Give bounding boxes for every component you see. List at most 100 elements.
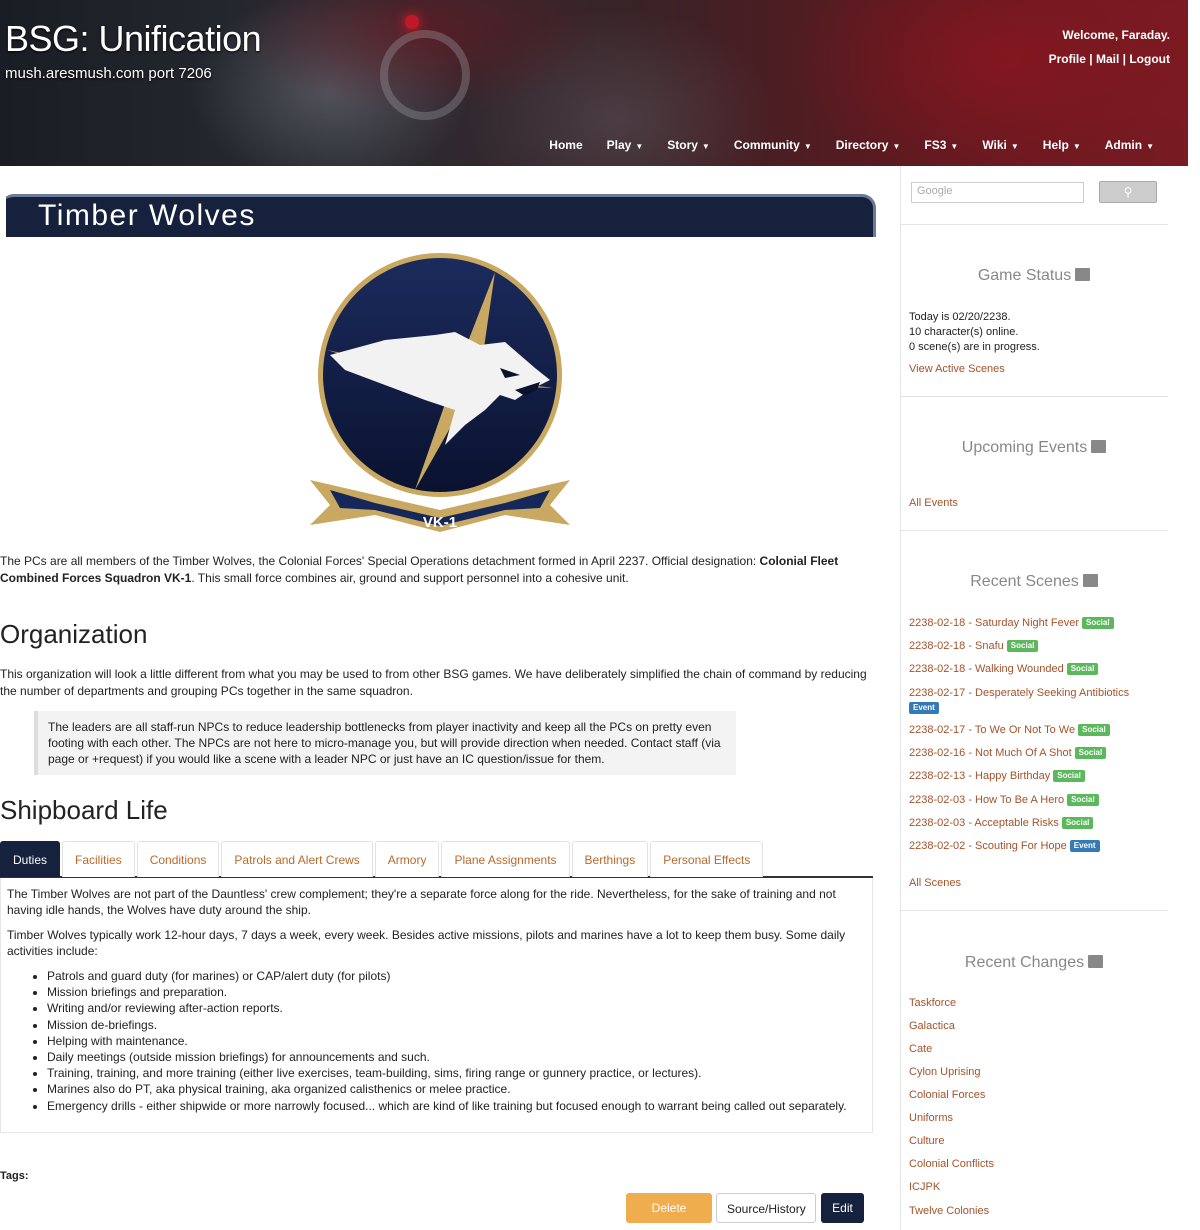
scene-link[interactable]: 2238-02-18 - Saturday Night Fever Social: [909, 617, 1114, 629]
social-badge: Social: [1066, 663, 1099, 675]
search-button[interactable]: ⚲: [1099, 181, 1157, 203]
scene-link[interactable]: 2238-02-16 - Not Much Of A Shot Social: [909, 747, 1107, 759]
duties-tab-panel: The Timber Wolves are not part of the Da…: [0, 878, 873, 1133]
intro-text: The PCs are all members of the Timber Wo…: [0, 554, 760, 568]
scene-link[interactable]: 2238-02-02 - Scouting For Hope Event: [909, 840, 1100, 852]
shipboard-heading: Shipboard Life: [0, 795, 168, 825]
nav-play[interactable]: Play ▼: [595, 138, 656, 152]
change-link-culture[interactable]: Culture: [909, 1135, 944, 1147]
change-link-uniforms[interactable]: Uniforms: [909, 1112, 953, 1124]
game-status-title: Game Status: [900, 267, 1168, 285]
document-icon: [1088, 955, 1104, 968]
caret-down-icon: ▼: [1010, 142, 1019, 151]
duties-list: Patrols and guard duty (for marines) or …: [7, 968, 866, 1114]
tab-plane-assignments[interactable]: Plane Assignments: [441, 841, 570, 877]
duties-paragraph: The Timber Wolves are not part of the Da…: [7, 887, 836, 917]
caret-down-icon: ▼: [1146, 142, 1154, 151]
list-item: Mission briefings and preparation.: [47, 984, 866, 1000]
scene-link[interactable]: 2238-02-03 - How To Be A Hero Social: [909, 794, 1099, 806]
tab-conditions[interactable]: Conditions: [136, 841, 220, 877]
tab-duties[interactable]: Duties: [0, 841, 61, 877]
caret-down-icon: ▼: [701, 142, 710, 151]
social-badge: Social: [1053, 770, 1085, 782]
divider: [901, 530, 1168, 531]
mail-link[interactable]: Mail: [1096, 52, 1119, 66]
page-title: Timber Wolves: [38, 199, 256, 232]
caret-down-icon: ▼: [1072, 142, 1081, 151]
scene-link[interactable]: 2238-02-13 - Happy Birthday Social: [909, 770, 1085, 782]
organization-heading: Organization: [0, 619, 148, 649]
caret-down-icon: ▼: [635, 142, 644, 151]
caret-down-icon: ▼: [892, 142, 901, 151]
change-link-cylon-uprising[interactable]: Cylon Uprising: [909, 1066, 981, 1078]
organization-text: This organization will look a little dif…: [0, 667, 867, 698]
view-active-scenes-link[interactable]: View Active Scenes: [909, 363, 1005, 375]
tab-armory[interactable]: Armory: [374, 841, 440, 877]
nav-community[interactable]: Community ▼: [722, 138, 824, 152]
nav-wiki[interactable]: Wiki ▼: [970, 138, 1030, 152]
page-title-banner: Timber Wolves: [0, 194, 876, 237]
source-history-button[interactable]: Source/History: [716, 1193, 816, 1223]
game-status-info: Today is 02/20/2238. 10 character(s) onl…: [909, 310, 1040, 355]
recent-changes-title: Recent Changes: [900, 954, 1168, 972]
scene-link[interactable]: 2238-02-17 - To We Or Not To We Social: [909, 724, 1110, 736]
social-badge: Social: [1081, 617, 1114, 629]
tab-patrols[interactable]: Patrols and Alert Crews: [221, 841, 373, 877]
recent-scenes-title: Recent Scenes: [900, 573, 1168, 591]
change-link-cate[interactable]: Cate: [909, 1043, 932, 1055]
tab-facilities[interactable]: Facilities: [62, 841, 135, 877]
shipboard-tabs: Duties Facilities Conditions Patrols and…: [0, 841, 873, 878]
list-item: Mission de-briefings.: [47, 1017, 866, 1033]
list-item: Writing and/or reviewing after-action re…: [47, 1000, 866, 1016]
main-nav: Home Play ▼ Story ▼ Community ▼ Directory ▼ …: [537, 138, 1166, 152]
tab-berthings[interactable]: Berthings: [571, 841, 649, 877]
delete-page-button[interactable]: Delete Page: [626, 1193, 712, 1223]
upcoming-events-title: Upcoming Events: [900, 439, 1168, 457]
tab-personal-effects[interactable]: Personal Effects: [650, 841, 764, 877]
scene-link[interactable]: 2238-02-17 - Desperately Seeking Antibio…: [909, 686, 1159, 716]
nav-directory[interactable]: Directory ▼: [824, 138, 913, 152]
scene-link[interactable]: 2238-02-18 - Snafu Social: [909, 640, 1039, 652]
scenes-in-progress: 0 scene(s) are in progress.: [909, 341, 1040, 353]
online-count: 10 character(s) online.: [909, 326, 1019, 338]
search-input[interactable]: Google: [911, 182, 1084, 203]
list-item: Patrols and guard duty (for marines) or …: [47, 968, 866, 984]
change-link-icjpk[interactable]: ICJPK: [909, 1181, 940, 1193]
all-events-link[interactable]: All Events: [909, 497, 958, 509]
social-badge: Social: [1006, 640, 1039, 652]
scene-link[interactable]: 2238-02-03 - Acceptable Risks Social: [909, 817, 1094, 829]
change-link-galactica[interactable]: Galactica: [909, 1020, 955, 1032]
logo-text: VK-1: [423, 514, 457, 531]
change-link-colonial-conflicts[interactable]: Colonial Conflicts: [909, 1158, 994, 1170]
social-badge: Social: [1061, 817, 1094, 829]
list-item: Emergency drills - either shipwide or mo…: [47, 1098, 866, 1114]
profile-link[interactable]: Profile: [1049, 52, 1086, 66]
user-links: Profile | Mail | Logout: [1048, 52, 1170, 66]
caret-down-icon: ▼: [950, 142, 959, 151]
header-background-art: [380, 30, 470, 120]
nav-help[interactable]: Help ▼: [1031, 138, 1093, 152]
change-link-colonial-forces[interactable]: Colonial Forces: [909, 1089, 985, 1101]
squadron-logo: VK-1: [310, 253, 570, 532]
site-subtitle: mush.aresmush.com port 7206: [5, 65, 212, 82]
change-link-twelve-colonies[interactable]: Twelve Colonies: [909, 1205, 989, 1217]
nav-fs3[interactable]: FS3 ▼: [912, 138, 970, 152]
edit-button[interactable]: Edit: [821, 1193, 864, 1223]
header-red-light: [405, 15, 419, 29]
book-icon: [1082, 574, 1098, 587]
change-link-taskforce[interactable]: Taskforce: [909, 997, 956, 1009]
list-item: Training, training, and more training (e…: [47, 1065, 866, 1081]
logout-link[interactable]: Logout: [1129, 52, 1170, 66]
nav-home[interactable]: Home: [537, 138, 594, 152]
nav-admin[interactable]: Admin ▼: [1093, 138, 1166, 152]
scene-link[interactable]: 2238-02-18 - Walking Wounded Social: [909, 663, 1099, 675]
video-camera-icon: [1075, 268, 1091, 281]
social-badge: Social: [1067, 794, 1099, 806]
social-badge: Social: [1074, 747, 1107, 759]
all-scenes-link[interactable]: All Scenes: [909, 877, 961, 889]
nav-story[interactable]: Story ▼: [655, 138, 722, 152]
site-title[interactable]: BSG: Unification: [5, 18, 262, 60]
social-badge: Social: [1078, 724, 1110, 736]
list-item: Marines also do PT, aka physical trainin…: [47, 1081, 866, 1097]
caret-down-icon: ▼: [803, 142, 812, 151]
